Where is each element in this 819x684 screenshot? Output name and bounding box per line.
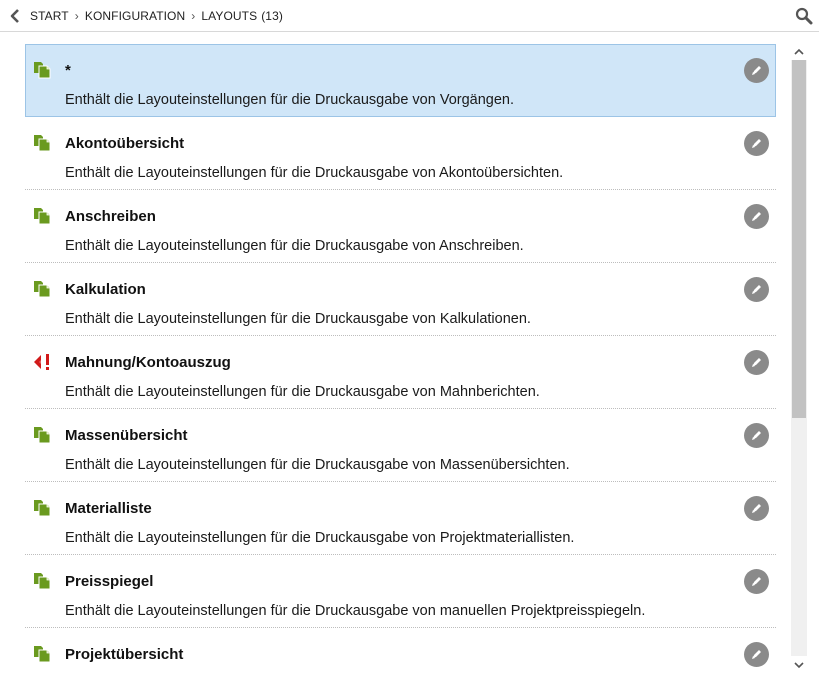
pencil-icon — [752, 431, 761, 440]
chevron-down-icon — [794, 661, 804, 668]
layouts-count: (13) — [261, 8, 283, 23]
scroll-thumb[interactable] — [792, 60, 806, 418]
layout-title: Akontoübersicht — [65, 135, 185, 152]
layout-description: Enthält die Layouteinstellungen für die … — [65, 165, 564, 181]
layout-description: Enthält die Layouteinstellungen für die … — [65, 457, 570, 473]
vertical-scrollbar[interactable] — [791, 44, 807, 672]
edit-layout-button[interactable] — [744, 350, 769, 375]
document-copy-icon — [33, 61, 51, 79]
pencil-icon — [752, 212, 761, 221]
layout-list-item[interactable]: Materialliste Enthält die Layouteinstellu… — [25, 482, 776, 555]
chevron-up-icon — [794, 48, 804, 55]
layout-list: * Enthält die Layouteinstellungen für die… — [25, 44, 776, 684]
layout-list-item[interactable]: Anschreiben Enthält die Layouteinstellung… — [25, 190, 776, 263]
pencil-icon — [752, 358, 761, 367]
scroll-track[interactable] — [791, 60, 807, 656]
pencil-icon — [752, 577, 761, 586]
document-copy-icon — [33, 645, 51, 663]
layout-list-item[interactable]: Projektübersicht — [25, 628, 776, 684]
breadcrumb: START › KONFIGURATION › LAYOUTS (13) — [30, 9, 283, 23]
pencil-icon — [752, 66, 761, 75]
layout-list-item[interactable]: Preisspiegel Enthält die Layouteinstellun… — [25, 555, 776, 628]
layout-title: Massenübersicht — [65, 427, 188, 444]
edit-layout-button[interactable] — [744, 423, 769, 448]
breadcrumb-layouts: LAYOUTS — [201, 8, 258, 23]
edit-layout-button[interactable] — [744, 642, 769, 667]
layout-description: Enthält die Layouteinstellungen für die … — [65, 238, 524, 254]
back-button[interactable] — [0, 0, 30, 32]
layout-list-item[interactable]: Akontoübersicht Enthält die Layouteinstel… — [25, 117, 776, 190]
edit-layout-button[interactable] — [744, 496, 769, 521]
edit-layout-button[interactable] — [744, 58, 769, 83]
document-copy-icon — [33, 207, 51, 225]
chevron-left-icon — [10, 8, 19, 23]
breadcrumb-start[interactable]: START — [30, 9, 69, 23]
document-copy-icon — [33, 572, 51, 590]
search-button[interactable] — [793, 5, 815, 27]
scroll-down-button[interactable] — [791, 658, 807, 672]
layout-description: Enthält die Layouteinstellungen für die … — [65, 530, 575, 546]
edit-layout-button[interactable] — [744, 131, 769, 156]
layout-description: Enthält die Layouteinstellungen für die … — [65, 311, 531, 327]
pencil-icon — [752, 650, 761, 659]
layout-title: Mahnung/Kontoauszug — [65, 354, 231, 371]
breadcrumb-separator: › — [191, 8, 196, 23]
layout-title: Projektübersicht — [65, 646, 184, 663]
document-copy-icon — [33, 426, 51, 444]
layout-description: Enthält die Layouteinstellungen für die … — [65, 384, 540, 400]
dunning-warning-icon — [33, 353, 51, 371]
layout-title: Kalkulation — [65, 281, 146, 298]
pencil-icon — [752, 504, 761, 513]
layout-list-item[interactable]: Mahnung/Kontoauszug Enthält die Layoutein… — [25, 336, 776, 409]
edit-layout-button[interactable] — [744, 277, 769, 302]
pencil-icon — [752, 285, 761, 294]
layout-list-item[interactable]: * Enthält die Layouteinstellungen für die… — [25, 44, 776, 117]
layout-title: Preisspiegel — [65, 573, 154, 590]
breadcrumb-konfiguration[interactable]: KONFIGURATION — [85, 9, 185, 23]
header-bar: START › KONFIGURATION › LAYOUTS (13) — [0, 0, 819, 32]
document-copy-icon — [33, 134, 51, 152]
layout-list-item[interactable]: Kalkulation Enthält die Layouteinstellung… — [25, 263, 776, 336]
edit-layout-button[interactable] — [744, 204, 769, 229]
layout-description: Enthält die Layouteinstellungen für die … — [65, 92, 515, 108]
layout-title: Anschreiben — [65, 208, 156, 225]
breadcrumb-separator: › — [74, 8, 79, 23]
edit-layout-button[interactable] — [744, 569, 769, 594]
layout-list-item[interactable]: Massenübersicht Enthält die Layouteinstel… — [25, 409, 776, 482]
layout-description: Enthält die Layouteinstellungen für die … — [65, 603, 646, 619]
search-icon — [795, 7, 813, 25]
document-copy-icon — [33, 280, 51, 298]
pencil-icon — [752, 139, 761, 148]
document-copy-icon — [33, 499, 51, 517]
layout-title: Materialliste — [65, 500, 152, 517]
scroll-up-button[interactable] — [791, 44, 807, 58]
layout-title: * — [65, 62, 71, 79]
